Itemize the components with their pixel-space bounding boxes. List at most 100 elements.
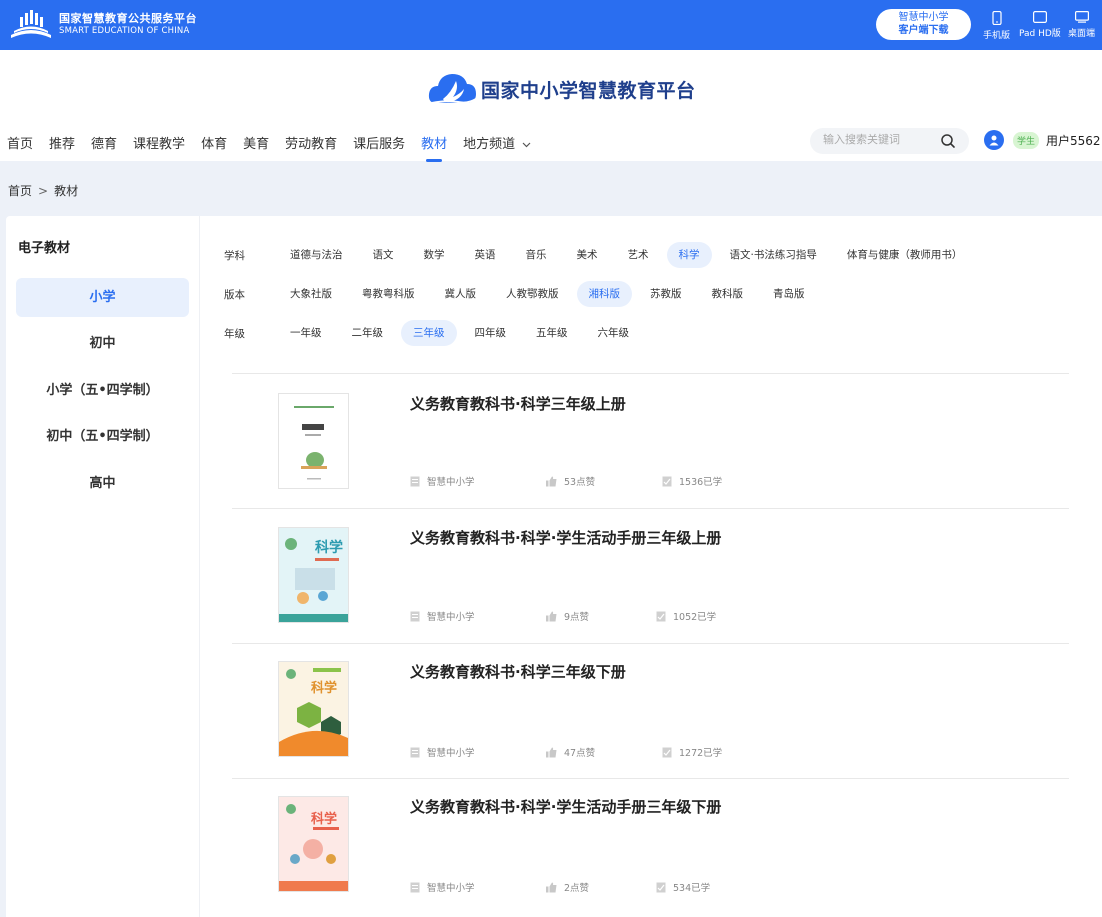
textbook-card[interactable]: 科学 义务教育教科书·科学·学生活动手册三年级上册 智慧中小学 9点赞 1052… [232,508,1069,643]
filter-option[interactable]: 青岛版 [761,281,817,307]
filter-row-subject: 学科 道德与法治 语文 数学 英语 音乐 美术 艺术 科学 语文·书法练习指导 … [224,242,980,268]
main-nav: 首页 推荐 德育 课程教学 体育 美育 劳动教育 课后服务 教材 地方频道 [0,133,540,162]
sidebar-item-junior-54[interactable]: 初中（五•四学制） [16,417,189,456]
filter-option[interactable]: 二年级 [340,320,396,346]
user-menu[interactable]: 学生 用户5562 [984,130,1101,150]
book-cover[interactable] [278,393,349,489]
client-download-button[interactable]: 智慧中小学 客户端下载 [876,9,971,40]
document-icon [410,611,420,621]
top-bar: 国家智慧教育公共服务平台 SMART EDUCATION OF CHINA 智慧… [0,0,1102,50]
filter-option[interactable]: 苏教版 [638,281,694,307]
thumbs-up-icon [546,747,557,757]
filter-option[interactable]: 四年级 [463,320,519,346]
nav-item-after-school[interactable]: 课后服务 [353,133,405,152]
book-cover-image: 科学 [279,528,348,622]
thumbs-up-icon [546,882,557,892]
document-icon [410,882,420,892]
filter-option[interactable]: 一年级 [278,320,334,346]
download-line-2: 客户端下载 [898,24,949,36]
breadcrumb-home[interactable]: 首页 [8,184,32,198]
user-icon [989,135,999,146]
learned-count-icon [662,476,672,486]
filter-option[interactable]: 教科版 [700,281,756,307]
book-publisher-text: 智慧中小学 [427,477,475,488]
nav-item-textbooks[interactable]: 教材 [421,133,447,162]
nav-item-recommend[interactable]: 推荐 [49,133,75,152]
filter-option[interactable]: 数学 [412,242,457,268]
device-pad-link[interactable]: Pad HD版 [1019,11,1061,39]
thumbs-up-icon [546,611,557,621]
filter-option[interactable]: 音乐 [514,242,559,268]
book-publisher-text: 智慧中小学 [427,748,475,759]
learned-count-icon [656,611,666,621]
nav-item-local-channel[interactable]: 地方频道 [463,133,531,152]
filter-option[interactable]: 美术 [565,242,610,268]
book-learned: 534已学 [656,880,710,894]
search-box [810,128,969,154]
brand-logo-icon [11,10,51,38]
filter-option[interactable]: 粤教粤科版 [350,281,427,307]
filter-option-selected[interactable]: 科学 [666,242,712,268]
site-logo[interactable]: 国家中小学智慧教育平台 [426,69,696,109]
filter-option-selected[interactable]: 三年级 [401,320,457,346]
device-desktop-link[interactable]: 桌面端 [1068,11,1095,39]
device-phone-link[interactable]: 手机版 [983,11,1010,41]
avatar[interactable] [984,130,1004,150]
sidebar-item-senior[interactable]: 高中 [16,464,189,503]
book-title[interactable]: 义务教育教科书·科学·学生活动手册三年级上册 [410,527,721,548]
book-likes-text: 2点赞 [564,883,590,894]
filter-option[interactable]: 冀人版 [433,281,489,307]
book-cover[interactable]: 科学 [278,527,349,623]
svg-text:科学: 科学 [311,811,337,827]
book-title[interactable]: 义务教育教科书·科学·学生活动手册三年级下册 [410,796,721,817]
desktop-icon [1074,11,1089,23]
nav-item-sports[interactable]: 体育 [201,133,227,152]
cloud-logo-icon [428,74,477,104]
nav-item-home[interactable]: 首页 [7,133,33,152]
document-icon [410,476,420,486]
sidebar-item-primary[interactable]: 小学 [16,278,189,317]
filter-option[interactable]: 人教鄂教版 [494,281,571,307]
filter-option[interactable]: 大象社版 [278,281,344,307]
filter-option-selected[interactable]: 湘科版 [576,281,632,307]
filter-option[interactable]: 道德与法治 [278,242,355,268]
role-badge: 学生 [1013,131,1040,149]
nav-item-arts[interactable]: 美育 [243,133,269,152]
nav-item-labor[interactable]: 劳动教育 [285,133,337,152]
device-phone-label: 手机版 [983,31,1011,41]
book-cover[interactable]: 科学 [278,796,349,892]
textbook-card[interactable]: 义务教育教科书·科学三年级上册 智慧中小学 53点赞 1536已学 [232,373,1069,508]
filter-option[interactable]: 六年级 [586,320,642,346]
nav-item-courses[interactable]: 课程教学 [133,133,185,152]
brand[interactable]: 国家智慧教育公共服务平台 SMART EDUCATION OF CHINA [8,9,197,41]
textbook-card[interactable]: 科学 义务教育教科书·科学三年级下册 智慧中小学 47点赞 1272已学 [232,643,1069,778]
filter-option[interactable]: 体育与健康（教师用书） [835,242,975,268]
book-cover[interactable]: 科学 [278,661,349,757]
book-title[interactable]: 义务教育教科书·科学三年级下册 [410,661,626,682]
filter-label-subject: 学科 [224,249,245,262]
filter-option[interactable]: 艺术 [616,242,661,268]
nav-item-moral[interactable]: 德育 [91,133,117,152]
filter-option[interactable]: 英语 [463,242,508,268]
sidebar-title: 电子教材 [18,241,71,256]
filter-option[interactable]: 五年级 [524,320,580,346]
learned-count-icon [662,747,672,757]
sidebar-item-junior[interactable]: 初中 [16,324,189,363]
book-publisher: 智慧中小学 [410,609,475,623]
user-name[interactable]: 用户5562 [1046,132,1101,149]
book-learned-text: 1052已学 [673,612,717,623]
sidebar-item-primary-54[interactable]: 小学（五•四学制） [16,371,189,410]
search-icon[interactable] [940,133,956,149]
book-title[interactable]: 义务教育教科书·科学三年级上册 [410,393,626,414]
filter-option[interactable]: 语文·书法练习指导 [718,242,829,268]
book-cover-image: 科学 [279,662,348,756]
textbook-card[interactable]: 科学 义务教育教科书·科学·学生活动手册三年级下册 智慧中小学 2点赞 534已… [232,778,1069,913]
filter-option[interactable]: 语文 [361,242,406,268]
device-desktop-label: 桌面端 [1068,29,1096,39]
search-input[interactable] [823,133,933,146]
phone-icon [991,11,1002,25]
book-likes: 47点赞 [546,745,595,759]
book-likes: 53点赞 [546,474,595,488]
brand-name-en: SMART EDUCATION OF CHINA [59,26,190,37]
book-publisher-text: 智慧中小学 [427,612,475,623]
